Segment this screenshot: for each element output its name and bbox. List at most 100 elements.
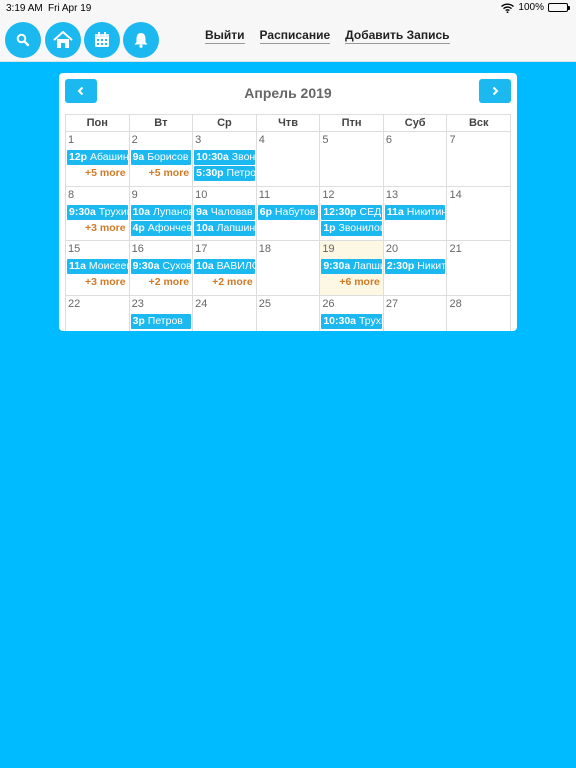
calendar-day[interactable]: 6	[384, 132, 448, 186]
calendar-event[interactable]: 10:30a Звонилов	[194, 150, 255, 165]
logout-link[interactable]: Выйти	[205, 28, 245, 44]
calendar-event[interactable]: 9a Борисов	[130, 150, 192, 165]
event-title: Петров	[147, 314, 183, 327]
calendar-week: 1 12p Абашин +5 more 2 9a Борисов +5 more 3 10:…	[65, 132, 512, 187]
calendar-day[interactable]: 1212:30p СЕДОВ1p Звонилов	[320, 186, 384, 240]
event-title: Лупанов	[153, 205, 192, 218]
battery-icon	[548, 3, 570, 12]
calendar-day[interactable]: 9 10a Лупанов 4p Афончев	[130, 186, 194, 240]
calendar-day[interactable]: 24	[193, 295, 257, 331]
calendar-day[interactable]: 22	[66, 295, 130, 331]
home-icon	[53, 31, 73, 48]
next-month-button[interactable]	[479, 79, 511, 103]
calendar-day[interactable]: 15 11a Моисеев+3 more	[66, 241, 130, 295]
weekday-header: Пон Вт Ср Чтв Птн Суб Вск	[65, 114, 512, 132]
calendar-day[interactable]: 5	[320, 132, 384, 186]
calendar-day[interactable]: 20 2:30p Никитин	[384, 241, 448, 295]
event-time: 3p	[132, 314, 145, 327]
calendar-day[interactable]: 4	[257, 132, 321, 186]
calendar-day[interactable]: 18	[257, 241, 321, 295]
day-number: 8	[68, 188, 75, 201]
calendar-day[interactable]: 14	[447, 186, 512, 240]
notifications-button[interactable]	[123, 22, 159, 58]
calendar-event[interactable]: 2:30p Никитин	[384, 259, 446, 274]
calendar-day[interactable]: 13 11a Никитин	[384, 186, 448, 240]
more-events-link[interactable]: +5 more	[66, 166, 129, 181]
day-number: 5	[322, 134, 329, 146]
day-number: 15	[68, 243, 81, 255]
calendar-event[interactable]: 5:30p Петров	[194, 166, 255, 181]
calendar-day[interactable]: 1710a ВАВИЛОВ+2 more	[193, 241, 257, 295]
calendar-day[interactable]: 27	[384, 295, 448, 331]
more-events-link[interactable]: +3 more	[66, 221, 129, 236]
top-bar: Выйти Расписание Добавить Запись	[0, 18, 576, 62]
calendar-day[interactable]: 1 12p Абашин +5 more	[66, 132, 130, 186]
more-events-link[interactable]: +2 more	[193, 275, 256, 290]
calendar-day[interactable]: 7	[447, 132, 512, 186]
more-events-link[interactable]: +2 more	[130, 275, 193, 290]
search-icon	[16, 33, 30, 47]
event-title: Звонилов	[338, 221, 382, 234]
event-title: Никитин	[417, 260, 446, 272]
calendar-day[interactable]: 25	[257, 295, 321, 331]
more-events-link[interactable]: +3 more	[66, 275, 129, 290]
day-number: 18	[258, 243, 271, 255]
day-number: 20	[385, 243, 399, 255]
day-number: 16	[131, 243, 144, 255]
event-title: Афончев	[147, 221, 192, 234]
day-number: 28	[449, 297, 462, 310]
event-title: Трухин	[358, 314, 382, 327]
calendar-day[interactable]: 11 6p Набутов	[257, 186, 321, 240]
calendar-event[interactable]: 9a Чаловав	[194, 204, 255, 220]
add-record-link[interactable]: Добавить Запись	[345, 28, 450, 44]
day-number: 13	[385, 188, 399, 201]
weekday-label: Чтв	[257, 115, 321, 131]
calendar-event[interactable]: 9:30a Сухов	[130, 259, 192, 274]
calendar-event[interactable]: 3p Петров	[130, 313, 192, 329]
calendar-event[interactable]: 10a ВАВИЛОВ	[194, 259, 255, 274]
calendar-event[interactable]: 10:30a Трухин	[321, 313, 382, 329]
event-time: 5:30p	[196, 167, 224, 179]
calendar-event[interactable]: 10a Лупанов	[130, 204, 192, 220]
calendar-button[interactable]	[84, 22, 120, 58]
event-time: 11a	[386, 205, 404, 218]
calendar-event[interactable]: 4p Афончев	[130, 220, 192, 236]
calendar-day-today[interactable]: 199:30a Лапшин+6 more	[320, 241, 384, 295]
event-title: Моисеев	[88, 260, 128, 272]
calendar-grid: Пон Вт Ср Чтв Птн Суб Вск 1 12p Абашин +5 more 2 9…	[65, 114, 512, 331]
calendar-event[interactable]: 12p Абашин	[67, 150, 128, 165]
calendar-event[interactable]: 12:30p СЕДОВ	[321, 204, 382, 220]
calendar-event[interactable]: 11a Никитин	[384, 204, 446, 220]
calendar-day[interactable]: 21	[447, 241, 512, 295]
schedule-link[interactable]: Расписание	[259, 28, 331, 44]
more-events-link[interactable]: +6 more	[320, 275, 383, 290]
more-events-link[interactable]: +5 more	[130, 166, 193, 181]
calendar-day[interactable]: 23 3p Петров	[130, 295, 194, 331]
calendar-event[interactable]: 6p Набутов	[257, 204, 319, 220]
calendar-day[interactable]: 310:30a Звонилов5:30p Петров	[193, 132, 257, 186]
calendar-event[interactable]: 1p Звонилов	[321, 220, 382, 236]
event-time: 10:30a	[323, 314, 357, 327]
weekday-label: Вт	[130, 115, 194, 131]
calendar-event[interactable]: 9:30a Трухин	[67, 204, 128, 220]
calendar-day[interactable]: 28	[447, 295, 511, 331]
calendar-day[interactable]: 2 9a Борисов +5 more	[130, 132, 194, 186]
calendar-day[interactable]: 8 9:30a Трухин+3 more	[66, 186, 130, 240]
home-button[interactable]	[45, 22, 81, 58]
calendar-event[interactable]: 11a Моисеев	[67, 259, 128, 274]
calendar-event[interactable]: 9:30a Лапшин	[321, 259, 382, 274]
calendar-day[interactable]: 26 10:30a Трухин	[320, 295, 384, 331]
event-time: 1p	[323, 221, 336, 234]
calendar-event[interactable]: 10a Лапшин	[194, 220, 255, 236]
weekday-label: Ср	[193, 115, 257, 131]
event-time: 10a	[196, 260, 214, 272]
weekday-label: Суб	[384, 115, 448, 131]
calendar-day[interactable]: 10 9a Чаловав 10a Лапшин	[193, 186, 257, 240]
event-time: 9:30a	[323, 260, 351, 272]
search-button[interactable]	[5, 22, 41, 58]
calendar-day[interactable]: 16 9:30a Сухов +2 more	[130, 241, 194, 295]
day-number: 6	[385, 134, 393, 146]
day-number: 9	[131, 188, 138, 201]
calendar-header: Апрель 2019	[59, 73, 517, 113]
event-title: СЕДОВ	[359, 205, 382, 218]
